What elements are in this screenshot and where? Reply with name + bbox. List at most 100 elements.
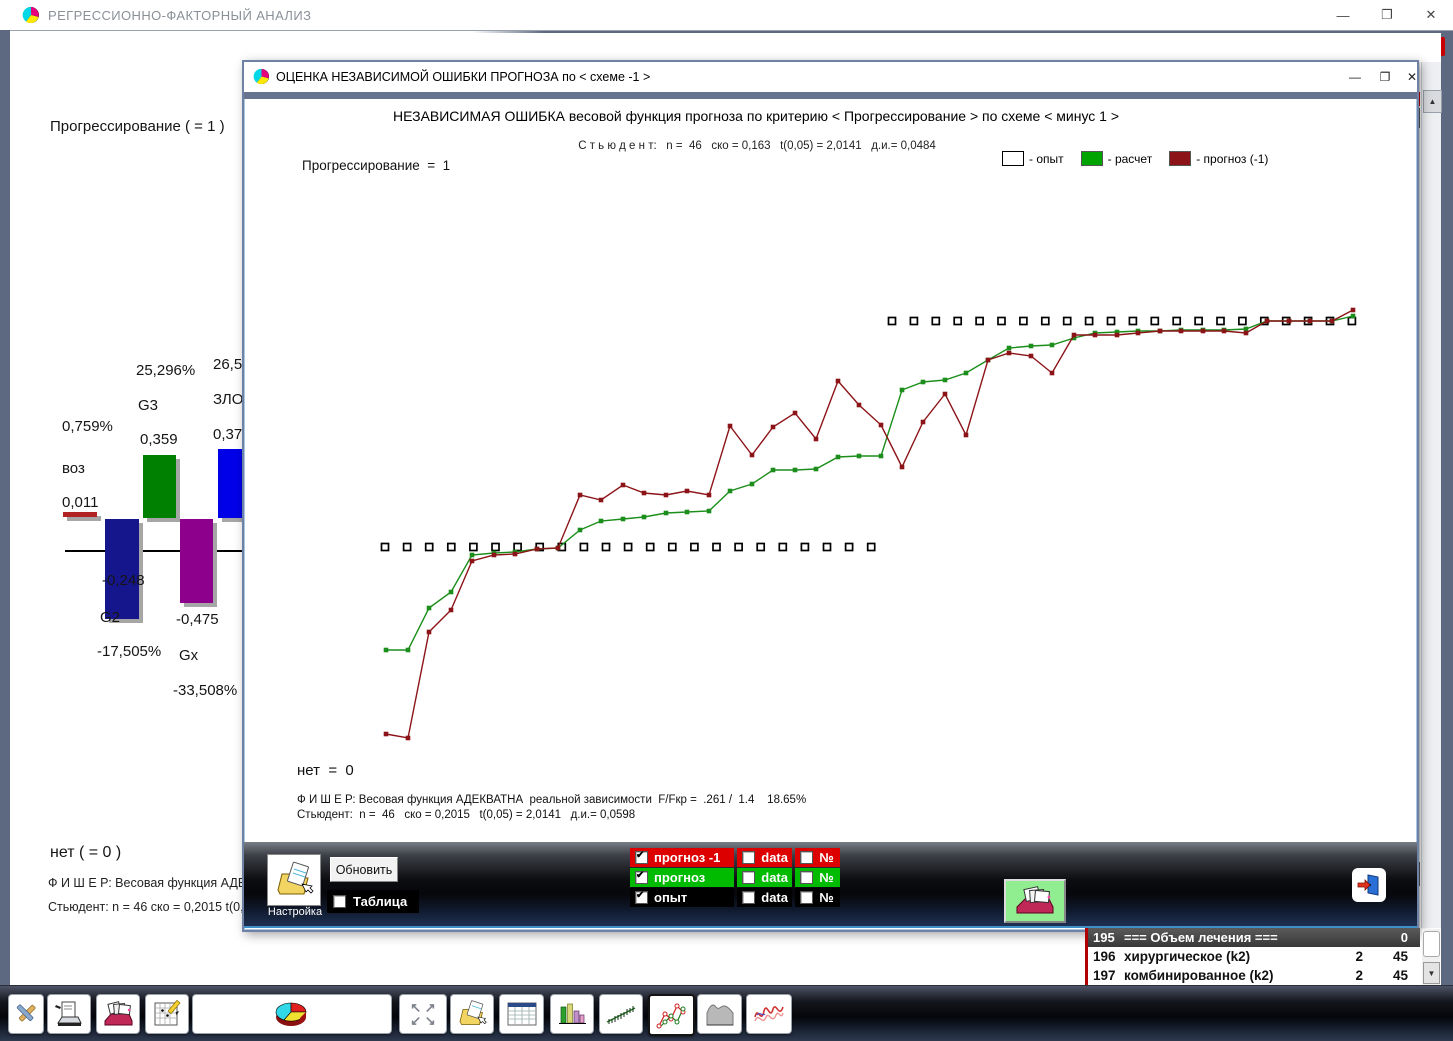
legend-label-raschet: - расчет: [1108, 152, 1153, 166]
bg-bar-g3-name: G3: [138, 397, 158, 414]
num-toggle[interactable]: №: [795, 868, 840, 887]
bg-bar-gx-percent: -33,508%: [173, 682, 237, 699]
num-label: №: [819, 850, 834, 865]
print-button[interactable]: [1004, 879, 1066, 923]
expand-button[interactable]: ↖ ↗↙ ↘: [399, 994, 447, 1034]
bg-bar-voz: [63, 512, 97, 517]
dialog-band: [244, 92, 1417, 99]
series-checkbox[interactable]: [635, 871, 648, 884]
pie-chart-icon: [269, 997, 315, 1031]
legend-label-prognoz: - прогноз (-1): [1196, 152, 1268, 166]
settings-toolbar-button[interactable]: [450, 994, 494, 1034]
table-row[interactable]: 196 хирургическое (k2) 2 45: [1088, 947, 1420, 966]
series-checkbox[interactable]: [635, 891, 648, 904]
pie-chart-button[interactable]: [192, 994, 392, 1034]
row-number: 196: [1093, 949, 1116, 964]
dialog-minimize-icon[interactable]: —: [1342, 66, 1368, 88]
num-checkbox[interactable]: [800, 851, 813, 864]
bg-bar-voz-value: 0,011: [62, 494, 98, 511]
data-toggle[interactable]: data: [737, 888, 792, 907]
series-checkbox[interactable]: [635, 851, 648, 864]
num-checkbox[interactable]: [800, 871, 813, 884]
refresh-button[interactable]: Обновить: [330, 857, 398, 882]
series-label: прогноз: [654, 870, 705, 885]
table-row-header[interactable]: 195 === Объем лечения === 0: [1088, 928, 1420, 947]
dialog-icon: [253, 68, 270, 85]
data-checkbox[interactable]: [742, 871, 755, 884]
table-view-button[interactable]: [499, 994, 544, 1034]
dialog-maximize-icon[interactable]: ❐: [1372, 66, 1398, 88]
bg-bar-zlo-name: ЗЛО: [213, 391, 243, 408]
waves-icon: [752, 999, 786, 1029]
area-chart-button[interactable]: [697, 994, 742, 1034]
row-number: 197: [1093, 968, 1116, 983]
table-row[interactable]: 197 комбинированное (k2) 2 45: [1088, 966, 1420, 985]
table-scrollbar[interactable]: ▼: [1422, 929, 1440, 985]
series-visibility-rows: прогноз -1 data № прогноз data № опыт da…: [630, 848, 840, 908]
exit-button[interactable]: [1352, 868, 1386, 902]
dialog-close-icon[interactable]: ✕: [1399, 66, 1425, 88]
data-checkbox[interactable]: [742, 891, 755, 904]
trend-line-icon: [605, 1000, 637, 1028]
close-icon[interactable]: ✕: [1409, 0, 1453, 30]
bg-bar-g3-percent: 25,296%: [136, 362, 195, 379]
table-scroll-thumb[interactable]: [1423, 931, 1440, 957]
bg-bar-zlo-value: 0,37: [213, 426, 242, 443]
row-label: комбинированное (k2): [1124, 968, 1274, 983]
bg-bar-g3: [143, 455, 176, 518]
num-toggle[interactable]: №: [795, 848, 840, 867]
series-toggle[interactable]: прогноз -1: [630, 848, 734, 867]
window-right-border: [1441, 30, 1453, 985]
vertical-scrollbar[interactable]: ▲: [1421, 62, 1441, 928]
waves-button[interactable]: [746, 994, 792, 1034]
bg-bar-g2-value: -0,248: [102, 572, 145, 589]
data-label: data: [761, 850, 788, 865]
num-checkbox[interactable]: [800, 891, 813, 904]
data-toggle[interactable]: data: [737, 868, 792, 887]
bg-bar-gx: [180, 519, 213, 603]
table-toggle-label: Таблица: [353, 894, 407, 909]
bar-chart-button[interactable]: [550, 994, 594, 1034]
data-label: data: [761, 890, 788, 905]
num-toggle[interactable]: №: [795, 888, 840, 907]
print-report-button[interactable]: [47, 994, 91, 1034]
main-titlebar: РЕГРЕССИОННО-ФАКТОРНЫЙ АНАЛИЗ — ❐ ✕: [0, 0, 1453, 31]
app-icon: [22, 6, 40, 24]
table-toggle[interactable]: Таблица: [327, 890, 419, 913]
window-left-border: [0, 30, 10, 985]
trend-button[interactable]: [599, 994, 643, 1034]
grid-edit-button[interactable]: [145, 994, 189, 1034]
dialog-net-label: нет = 0: [297, 762, 354, 779]
app-title: РЕГРЕССИОННО-ФАКТОРНЫЙ АНАЛИЗ: [48, 8, 311, 23]
maximize-icon[interactable]: ❐: [1365, 0, 1409, 30]
dialog-control-bar: Настройка Обновить Таблица прогноз -1 da…: [244, 842, 1417, 928]
settings-button[interactable]: [267, 854, 321, 906]
row-label: === Объем лечения ===: [1124, 930, 1278, 945]
dialog-titlebar[interactable]: ОЦЕНКА НЕЗАВИСИМОЙ ОШИБКИ ПРОГНОЗА по < …: [244, 62, 1417, 93]
table-checkbox[interactable]: [333, 895, 346, 908]
scroll-up-button[interactable]: ▲: [1423, 90, 1442, 113]
dialog-criterion-label: Прогрессирование = 1: [302, 158, 450, 173]
bg-bar-voz-name: воз: [62, 460, 85, 477]
print-cards-button[interactable]: [96, 994, 140, 1034]
line-chart-button[interactable]: [648, 994, 695, 1036]
bottom-toolbar: ↖ ↗↙ ↘: [0, 985, 1453, 1041]
legend-swatch-raschet: [1081, 151, 1103, 166]
legend-swatch-prognoz: [1169, 151, 1191, 166]
row-v1: 2: [1323, 968, 1363, 983]
series-toggle[interactable]: опыт: [630, 888, 734, 907]
data-toggle[interactable]: data: [737, 848, 792, 867]
series-toggle[interactable]: прогноз: [630, 868, 734, 887]
chart-legend: - опыт - расчет - прогноз (-1): [1002, 151, 1268, 166]
data-checkbox[interactable]: [742, 851, 755, 864]
printer-cards-icon: [102, 999, 134, 1029]
dialog-title: ОЦЕНКА НЕЗАВИСИМОЙ ОШИБКИ ПРОГНОЗА по < …: [276, 70, 650, 84]
line-chart-icon: [656, 1000, 688, 1030]
table-scroll-down-button[interactable]: ▼: [1423, 962, 1440, 984]
row-value: 0: [1368, 930, 1408, 945]
main-window-buttons: — ❐ ✕: [1321, 0, 1453, 30]
minimize-icon[interactable]: —: [1321, 0, 1365, 30]
forecast-dialog: ОЦЕНКА НЕЗАВИСИМОЙ ОШИБКИ ПРОГНОЗА по < …: [242, 60, 1419, 932]
edit-button[interactable]: [8, 994, 44, 1034]
bg-bar-g2-name: G2: [100, 609, 120, 626]
